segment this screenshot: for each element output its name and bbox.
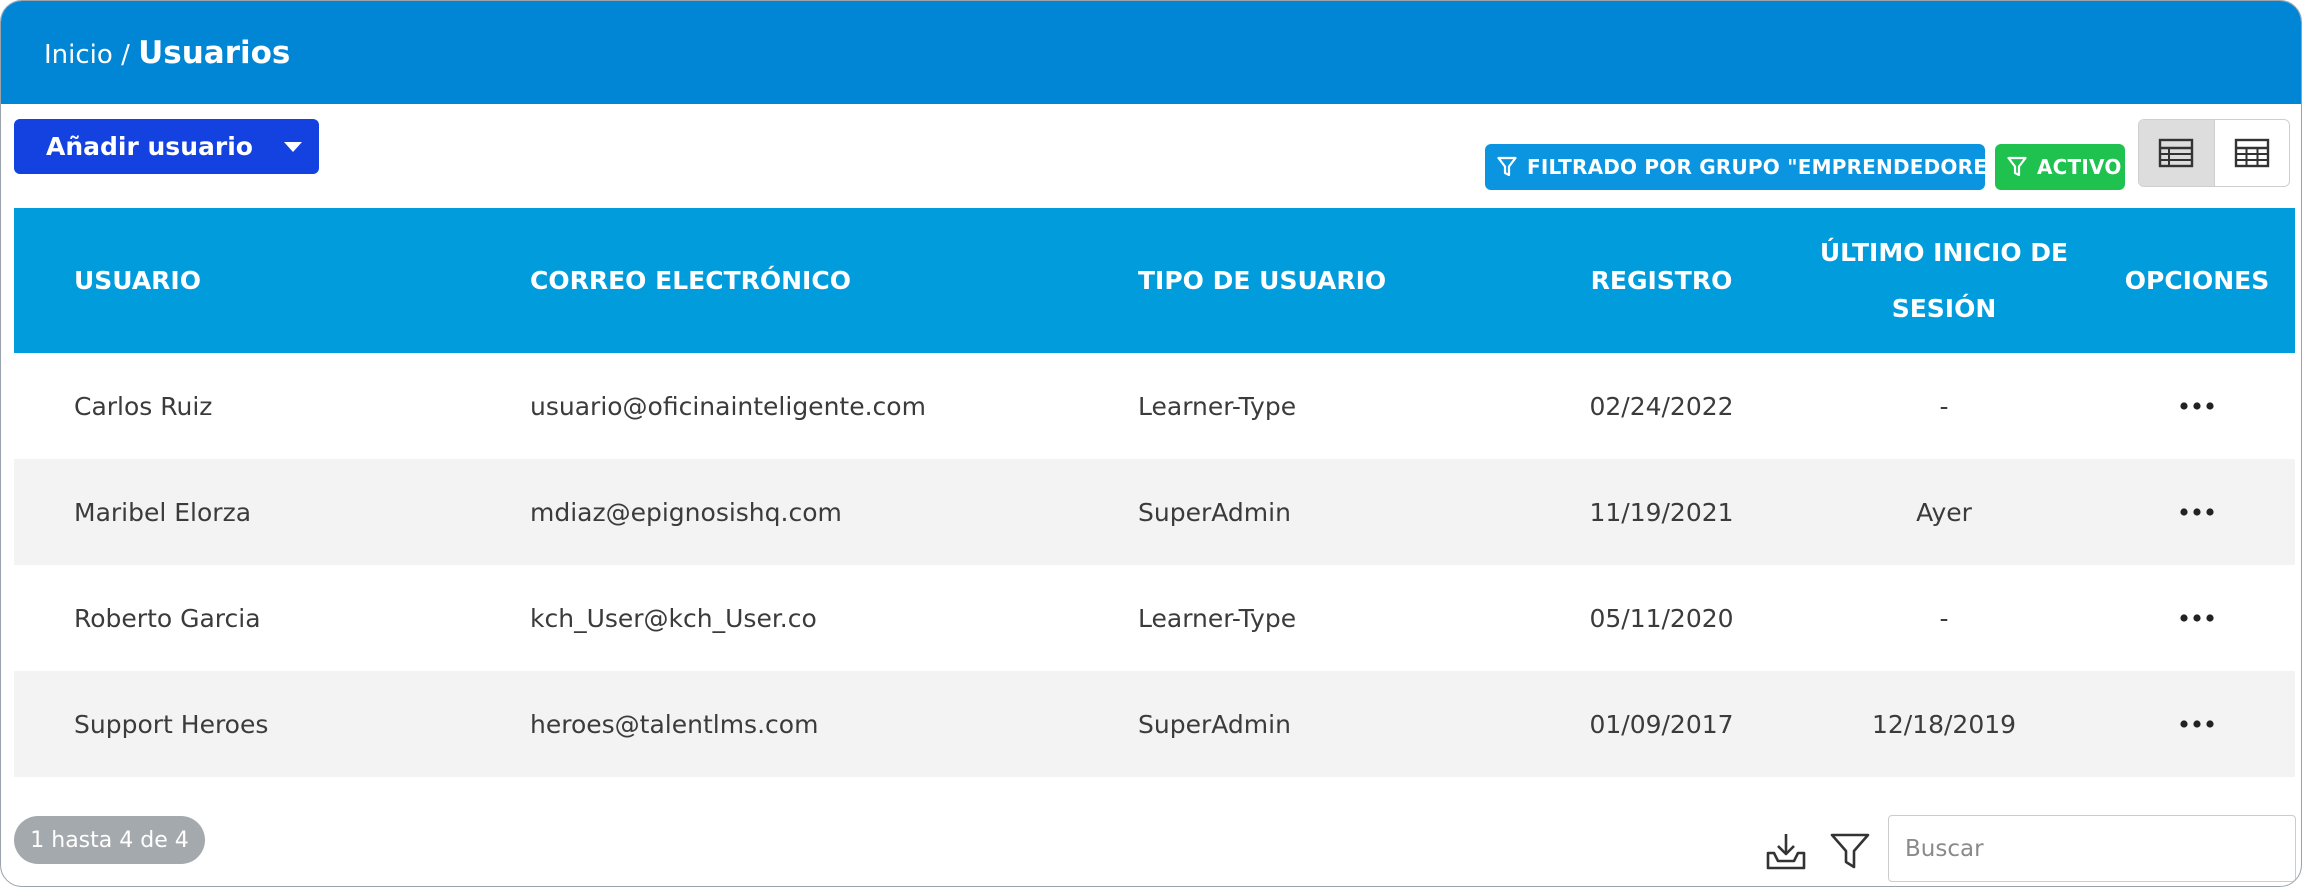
breadcrumb-separator: /: [121, 40, 130, 70]
column-header-registered[interactable]: REGISTRO: [1534, 208, 1789, 353]
more-options-icon: [2180, 720, 2214, 728]
list-view-button[interactable]: [2139, 120, 2215, 186]
user-type: SuperAdmin: [1138, 497, 1291, 527]
table-row[interactable]: Maribel Elorza mdiaz@epignosishq.com Sup…: [14, 459, 2295, 565]
grid-view-icon: [2234, 138, 2269, 168]
more-options-icon: [2180, 614, 2214, 622]
user-registered: 05/11/2020: [1589, 603, 1734, 633]
add-user-button[interactable]: Añadir usuario: [14, 132, 267, 161]
filter-icon: [1497, 156, 1517, 177]
user-name[interactable]: Roberto Garcia: [74, 565, 494, 671]
column-header-last-login-line1: ÚLTIMO INICIO DE: [1819, 237, 2069, 267]
user-registered: 02/24/2022: [1589, 391, 1734, 421]
grid-view-button[interactable]: [2215, 120, 2290, 186]
more-options-icon: [2180, 402, 2214, 410]
column-header-user[interactable]: USUARIO: [74, 208, 494, 353]
filter-icon: [1830, 833, 1870, 869]
user-email: kch_User@kch_User.co: [530, 603, 817, 633]
user-email: mdiaz@epignosishq.com: [530, 497, 842, 527]
row-options-button[interactable]: [2099, 353, 2295, 459]
user-last-login: -: [1939, 603, 1949, 633]
more-options-icon: [2180, 508, 2214, 516]
caret-down-icon: [284, 141, 302, 152]
user-type: Learner-Type: [1138, 391, 1297, 421]
table-row[interactable]: Carlos Ruiz usuario@oficinainteligente.c…: [14, 353, 2295, 459]
user-registered: 11/19/2021: [1589, 497, 1734, 527]
user-last-login: 12/18/2019: [1871, 709, 2017, 739]
group-filter-badge[interactable]: FILTRADO POR GRUPO "EMPRENDEDORES": [1485, 144, 2012, 190]
download-tray-icon: [1766, 834, 1806, 870]
user-name[interactable]: Support Heroes: [74, 671, 494, 777]
group-filter-label: FILTRADO POR GRUPO "EMPRENDEDORES": [1527, 155, 2013, 179]
users-table: USUARIO CORREO ELECTRÓNICO TIPO DE USUAR…: [14, 208, 2295, 777]
row-options-button[interactable]: [2099, 565, 2295, 671]
user-type: Learner-Type: [1138, 603, 1297, 633]
table-body: Carlos Ruiz usuario@oficinainteligente.c…: [14, 353, 2295, 777]
user-email: usuario@oficinainteligente.com: [530, 391, 926, 421]
table-header: USUARIO CORREO ELECTRÓNICO TIPO DE USUAR…: [14, 208, 2295, 353]
user-type: SuperAdmin: [1138, 709, 1291, 739]
table-row[interactable]: Support Heroes heroes@talentlms.com Supe…: [14, 671, 2295, 777]
user-last-login: Ayer: [1916, 497, 1972, 527]
breadcrumb: Inicio / Usuarios: [44, 33, 290, 75]
add-user-split-button: Añadir usuario: [14, 119, 319, 174]
add-user-dropdown-toggle[interactable]: [267, 119, 319, 174]
row-options-button[interactable]: [2099, 459, 2295, 565]
user-email: heroes@talentlms.com: [530, 709, 819, 739]
row-options-button[interactable]: [2099, 671, 2295, 777]
user-name[interactable]: Carlos Ruiz: [74, 353, 494, 459]
advanced-filter-button[interactable]: [1828, 829, 1872, 873]
filter-icon: [2007, 156, 2027, 177]
export-button[interactable]: [1764, 829, 1808, 873]
list-view-icon: [2159, 138, 2194, 168]
table-row[interactable]: Roberto Garcia kch_User@kch_User.co Lear…: [14, 565, 2295, 671]
column-header-options: OPCIONES: [2124, 265, 2270, 295]
users-page: Inicio / Usuarios Añadir usuario FILTRAD…: [0, 0, 2302, 887]
user-name[interactable]: Maribel Elorza: [74, 459, 494, 565]
breadcrumb-home-link[interactable]: Inicio: [44, 40, 113, 70]
column-header-email[interactable]: CORREO ELECTRÓNICO: [530, 208, 1110, 353]
active-filter-badge[interactable]: ACTIVO: [1995, 144, 2125, 190]
results-count-badge: 1 hasta 4 de 4: [14, 816, 205, 864]
user-registered: 01/09/2017: [1589, 709, 1734, 739]
column-header-user-type[interactable]: TIPO DE USUARIO: [1138, 208, 1518, 353]
column-header-last-login-line2: SESIÓN: [1891, 293, 1997, 323]
search-input[interactable]: [1888, 815, 2296, 882]
breadcrumb-current: Usuarios: [138, 35, 291, 71]
user-last-login: -: [1939, 391, 1949, 421]
column-header-last-login[interactable]: ÚLTIMO INICIO DE SESIÓN: [1789, 208, 2099, 353]
page-header: Inicio / Usuarios: [1, 1, 2301, 104]
active-filter-label: ACTIVO: [2037, 155, 2122, 179]
view-mode-toggle: [2138, 119, 2290, 187]
